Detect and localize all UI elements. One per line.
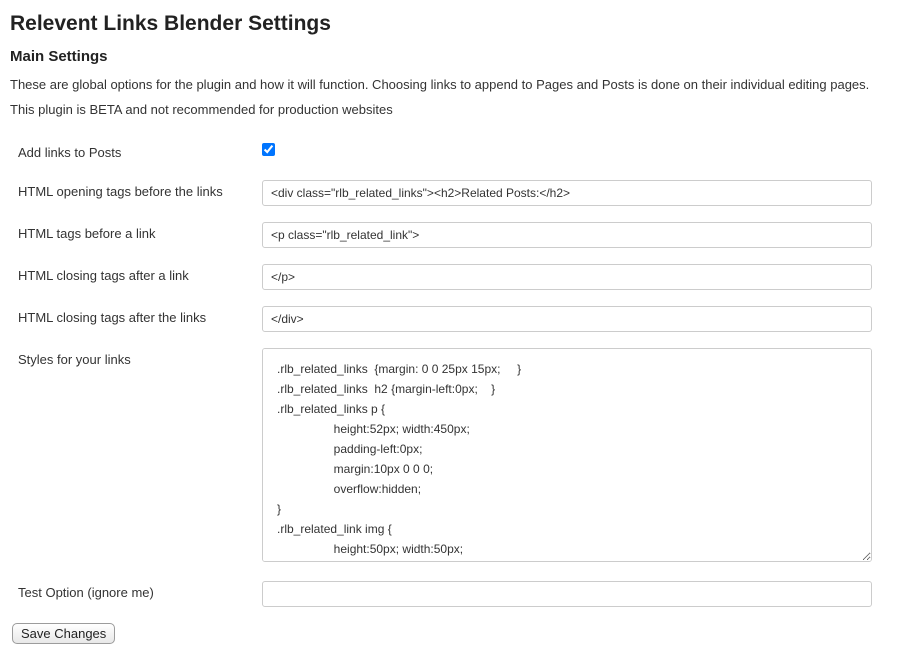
row-opening-tags: HTML opening tags before the links (10, 172, 889, 214)
input-opening-tags[interactable] (262, 180, 872, 206)
description-2: This plugin is BETA and not recommended … (10, 102, 889, 117)
row-after-links: HTML closing tags after the links (10, 298, 889, 340)
settings-table: Add links to Posts HTML opening tags bef… (10, 133, 889, 615)
label-test-option: Test Option (ignore me) (10, 573, 258, 615)
section-title: Main Settings (10, 48, 889, 65)
checkbox-add-to-posts[interactable] (262, 143, 275, 156)
label-after-link: HTML closing tags after a link (10, 256, 258, 298)
row-styles: Styles for your links (10, 340, 889, 573)
label-after-links: HTML closing tags after the links (10, 298, 258, 340)
settings-wrap: Relevent Links Blender Settings Main Set… (0, 0, 899, 664)
input-after-links[interactable] (262, 306, 872, 332)
row-add-to-posts: Add links to Posts (10, 133, 889, 172)
label-add-to-posts: Add links to Posts (10, 133, 258, 172)
row-before-link: HTML tags before a link (10, 214, 889, 256)
input-after-link[interactable] (262, 264, 872, 290)
page-title: Relevent Links Blender Settings (10, 12, 889, 36)
save-button[interactable]: Save Changes (12, 623, 115, 644)
submit-row: Save Changes (10, 623, 889, 644)
description-1: These are global options for the plugin … (10, 77, 889, 92)
label-styles: Styles for your links (10, 340, 258, 573)
input-test-option[interactable] (262, 581, 872, 607)
row-after-link: HTML closing tags after a link (10, 256, 889, 298)
row-test-option: Test Option (ignore me) (10, 573, 889, 615)
textarea-styles[interactable] (262, 348, 872, 562)
label-before-link: HTML tags before a link (10, 214, 258, 256)
input-before-link[interactable] (262, 222, 872, 248)
label-opening-tags: HTML opening tags before the links (10, 172, 258, 214)
